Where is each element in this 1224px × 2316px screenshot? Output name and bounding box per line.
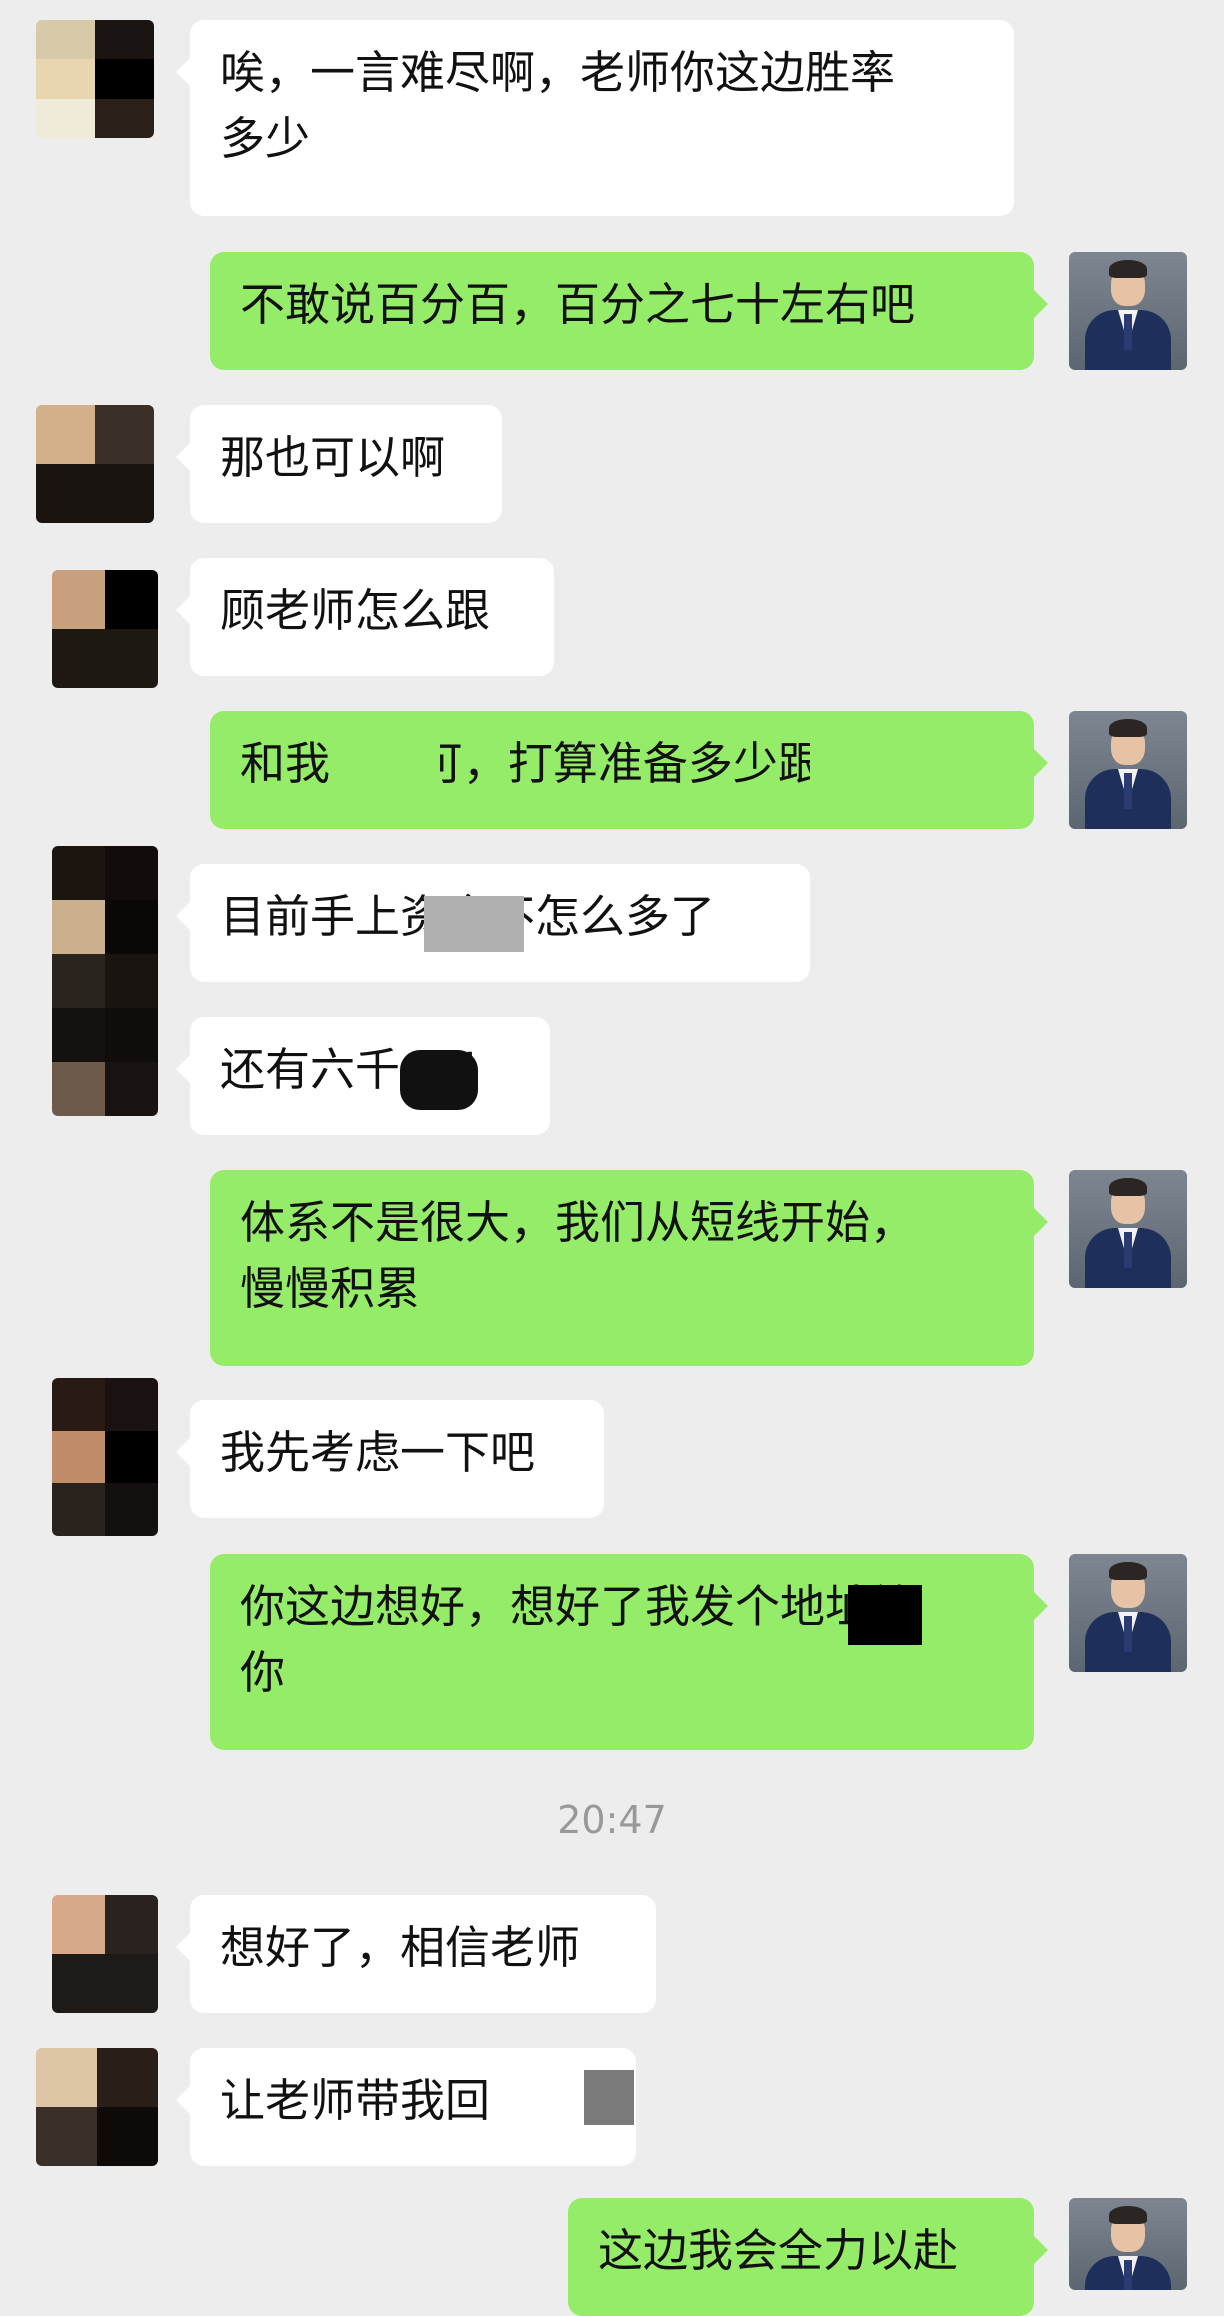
message-bubble-incoming[interactable]: 想好了，相信老师 [176,1895,656,2013]
contact-avatar[interactable] [52,846,158,1116]
contact-avatar[interactable] [52,1378,158,1536]
message-bubble-outgoing[interactable]: 这边我会全力以赴 [568,2198,1048,2316]
teacher-avatar[interactable] [1069,1170,1187,1288]
redaction-block [400,1050,478,1110]
message-bubble-incoming[interactable]: 那也可以啊 [176,405,502,523]
teacher-avatar[interactable] [1069,1554,1187,1672]
message-bubble-outgoing[interactable]: 不敢说百分百，百分之七十左右吧 [210,252,1048,370]
redaction-block [848,1585,922,1645]
timestamp-separator: 20:47 [557,1798,667,1842]
contact-avatar[interactable] [36,2048,158,2166]
message-bubble-outgoing[interactable]: 和我 即可，打算准备多少跟上 [210,711,1048,829]
redaction-block [584,2070,634,2125]
contact-avatar[interactable] [52,570,158,688]
message-bubble-incoming[interactable]: 让老师带我回 [176,2048,636,2166]
contact-avatar[interactable] [36,20,154,138]
redaction-block [424,896,524,952]
message-bubble-outgoing[interactable]: 体系不是很大，我们从短线开始， 慢慢积累 [210,1170,1048,1366]
redaction-block [810,740,890,798]
contact-avatar[interactable] [36,405,154,523]
message-bubble-incoming[interactable]: 我先考虑一下吧 [176,1400,604,1518]
message-bubble-incoming[interactable]: 还有六千 U [176,1017,550,1135]
redaction-block [340,740,440,798]
teacher-avatar[interactable] [1069,252,1187,370]
message-bubble-incoming[interactable]: 顾老师怎么跟 [176,558,554,676]
message-bubble-outgoing[interactable]: 你这边想好，想好了我发个地址给 你 [210,1554,1048,1750]
teacher-avatar[interactable] [1069,2198,1187,2290]
teacher-avatar[interactable] [1069,711,1187,829]
contact-avatar[interactable] [52,1895,158,2013]
message-bubble-incoming[interactable]: 唉，一言难尽啊，老师你这边胜率 多少 [176,20,1014,216]
